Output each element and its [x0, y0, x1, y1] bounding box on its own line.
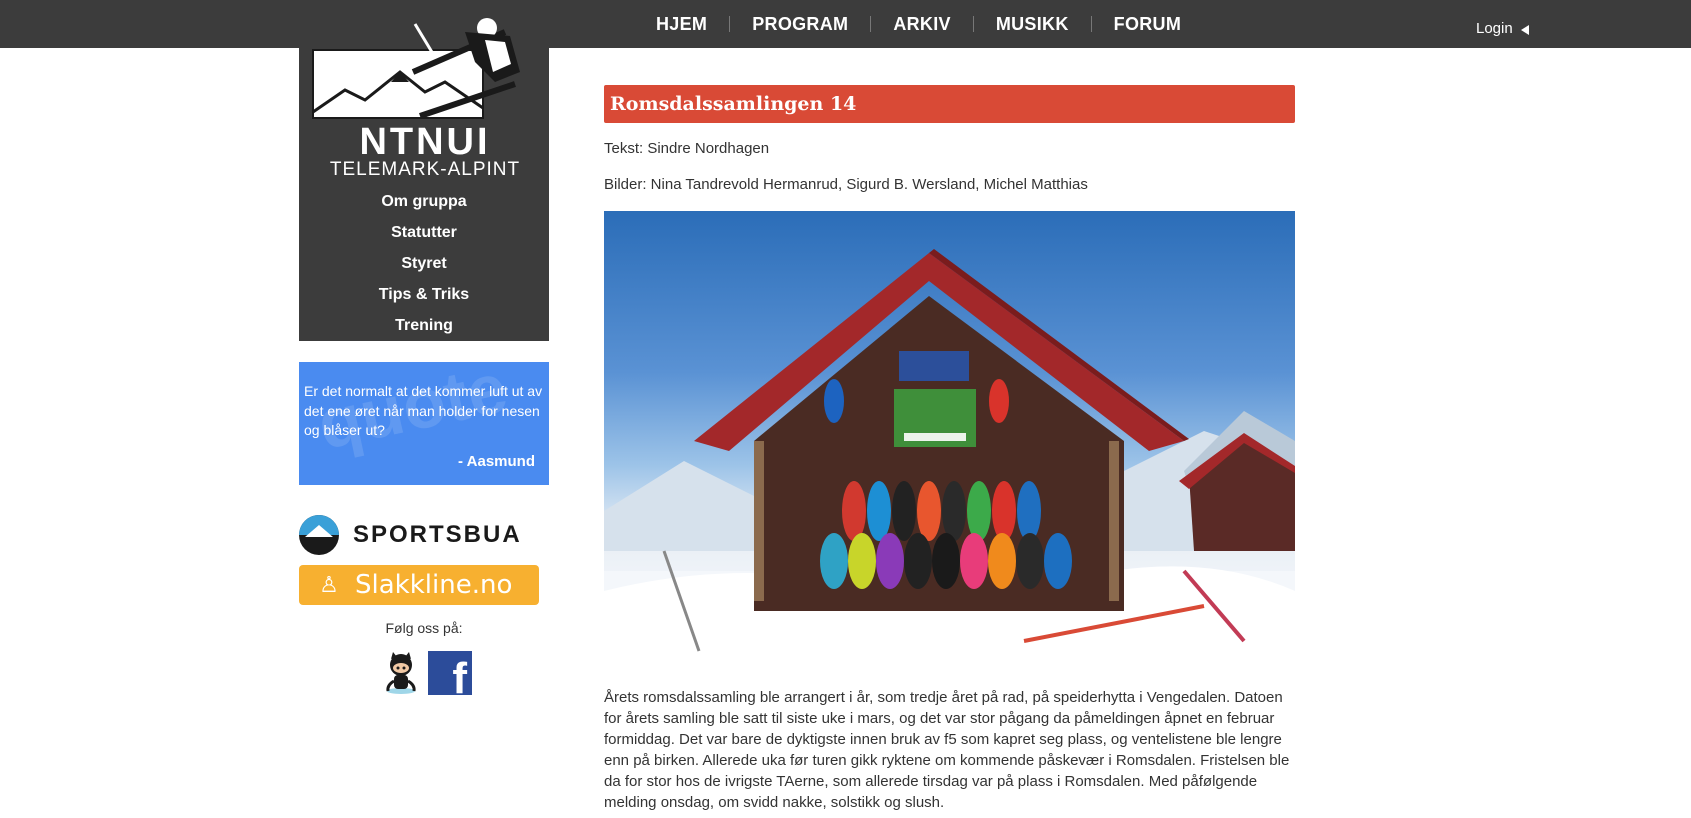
nav-home[interactable]: HJEM [634, 14, 729, 35]
slakkline-sponsor-link[interactable]: ♙ Slakkline.no [299, 565, 539, 605]
sidebar-item-board[interactable]: Styret [299, 250, 549, 281]
facebook-icon[interactable]: f [428, 651, 472, 701]
sidebar-item-about[interactable]: Om gruppa [299, 188, 549, 219]
sidebar-menu: Om gruppa Statutter Styret Tips & Triks … [299, 188, 549, 343]
group-photo-illustration [604, 249, 1295, 672]
login-label: Login [1476, 20, 1513, 37]
quote-box: quote Er det normalt at det kommer luft … [299, 362, 549, 485]
nav-forum[interactable]: FORUM [1092, 14, 1204, 35]
social-links: f [382, 651, 472, 701]
quote-text: Er det normalt at det kommer luft ut av … [304, 383, 543, 438]
slackliner-icon: ♙ [319, 572, 339, 598]
article-title-bar: Romsdalssamlingen 14 [604, 85, 1295, 123]
sidebar-item-statutes[interactable]: Statutter [299, 219, 549, 250]
article-group-photo [604, 211, 1295, 672]
login-button[interactable]: Login [1476, 20, 1529, 37]
main-nav: HJEM PROGRAM ARKIV MUSIKK FORUM [634, 0, 1203, 48]
logo-subtitle: TELEMARK-ALPINT [329, 159, 521, 180]
article-image-credit: Bilder: Nina Tandrevold Hermanrud, Sigur… [604, 176, 1088, 193]
nav-program[interactable]: PROGRAM [730, 14, 870, 35]
sidebar-item-training[interactable]: Trening [299, 312, 549, 343]
sidebar-item-tips[interactable]: Tips & Triks [299, 281, 549, 312]
nav-music[interactable]: MUSIKK [974, 14, 1091, 35]
sportsbua-name: SPORTSBUA [353, 521, 522, 548]
sportsbua-mountain-icon [299, 515, 339, 555]
article-text-credit: Tekst: Sindre Nordhagen [604, 140, 770, 157]
github-octocat-icon[interactable] [382, 651, 420, 695]
site-logo[interactable]: NTNUI TELEMARK-ALPINT [305, 12, 545, 182]
logo-wordmark: NTNUI [359, 121, 491, 163]
article-title: Romsdalssamlingen 14 [610, 93, 857, 115]
skier-mountain-icon [312, 18, 520, 119]
nav-archive[interactable]: ARKIV [871, 14, 973, 35]
sportsbua-sponsor-link[interactable]: SPORTSBUA [299, 515, 539, 555]
article-body: Årets romsdalssamling ble arrangert i år… [604, 689, 1290, 811]
caret-left-icon [1520, 25, 1529, 35]
follow-label: Følg oss på: [385, 620, 463, 636]
slakkline-name: Slakkline.no [355, 570, 513, 600]
quote-author: - Aasmund [458, 453, 535, 470]
